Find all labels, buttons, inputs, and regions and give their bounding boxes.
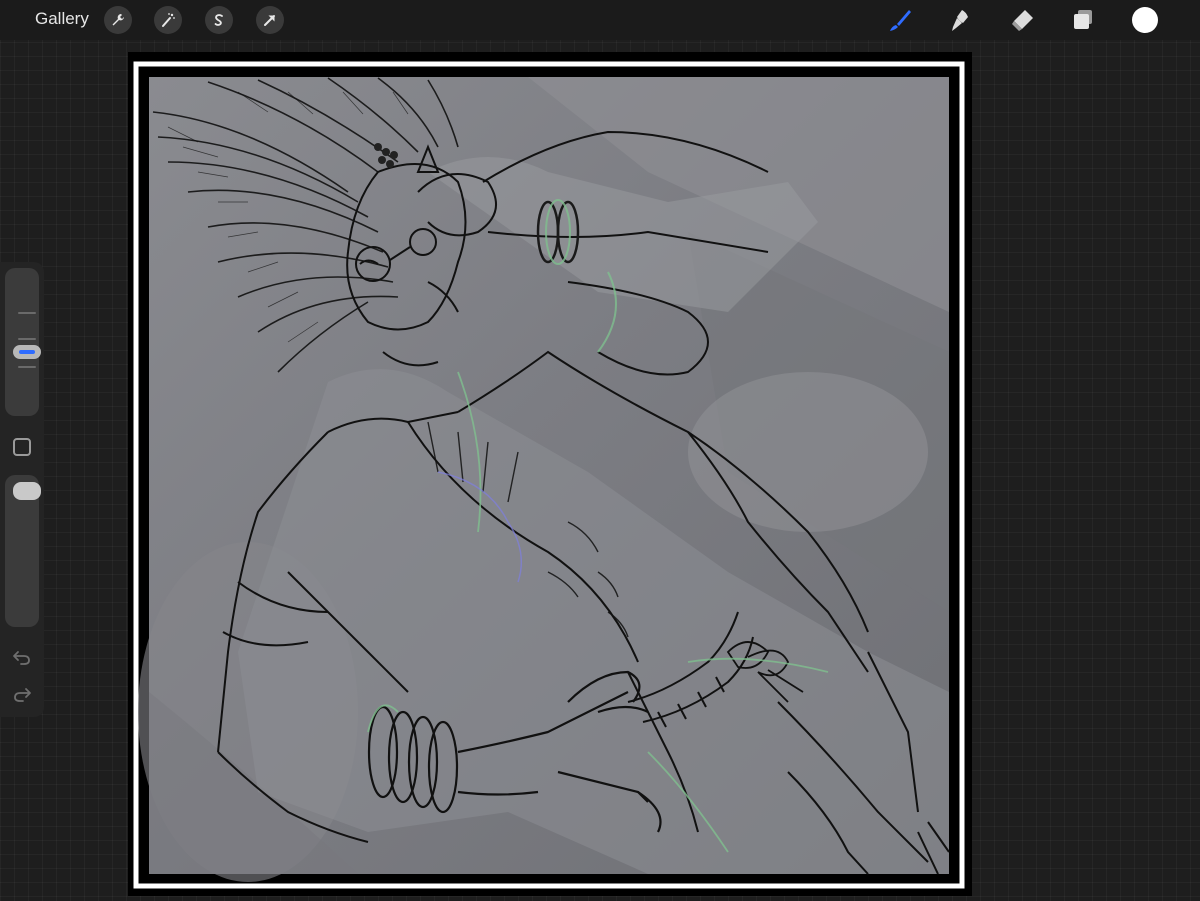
left-sidebar bbox=[0, 262, 44, 717]
actions-wrench-icon[interactable] bbox=[104, 6, 132, 34]
drawing-canvas[interactable] bbox=[128, 52, 972, 896]
selection-icon bbox=[214, 14, 223, 26]
redo-icon[interactable] bbox=[12, 684, 32, 704]
transform-arrow-button[interactable] bbox=[256, 6, 284, 34]
magic-wand-icon bbox=[162, 13, 175, 27]
opacity-slider[interactable] bbox=[5, 475, 41, 627]
slider-tick bbox=[18, 312, 36, 314]
wrench-icon bbox=[112, 14, 124, 26]
adjustments-magic-wand-icon[interactable] bbox=[154, 6, 182, 34]
layers-button[interactable] bbox=[1068, 6, 1098, 34]
gallery-button[interactable]: Gallery bbox=[35, 9, 89, 29]
eraser-tool-button[interactable] bbox=[1007, 6, 1037, 34]
smudge-icon bbox=[952, 10, 968, 31]
smudge-tool-button[interactable] bbox=[946, 6, 976, 34]
brush-tool-button[interactable] bbox=[885, 6, 915, 34]
undo-icon[interactable] bbox=[12, 647, 32, 667]
selection-s-icon[interactable] bbox=[205, 6, 233, 34]
slider-tick bbox=[18, 338, 36, 340]
eraser-icon bbox=[1012, 10, 1033, 31]
top-toolbar: Gallery bbox=[0, 0, 1200, 40]
slider-tick bbox=[18, 366, 36, 368]
color-picker-button[interactable] bbox=[1132, 7, 1158, 33]
brush-size-thumb[interactable] bbox=[13, 345, 41, 359]
brush-size-slider[interactable] bbox=[5, 268, 41, 416]
brush-icon bbox=[890, 10, 911, 31]
transform-arrow-icon bbox=[264, 15, 275, 26]
layers-icon bbox=[1074, 10, 1092, 29]
modify-square-icon[interactable] bbox=[13, 438, 31, 456]
opacity-thumb[interactable] bbox=[13, 482, 41, 500]
sketch-artwork bbox=[133, 61, 965, 889]
